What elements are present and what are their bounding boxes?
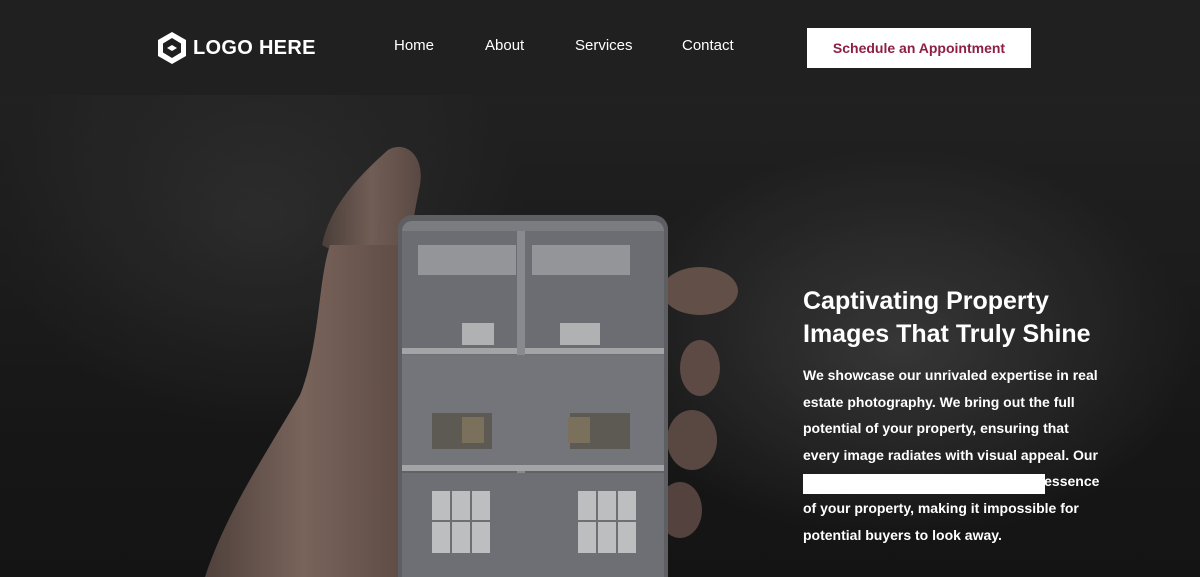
hero-text: Captivating Property Images That Truly S… [803, 285, 1123, 548]
nav-contact[interactable]: Contact [682, 37, 734, 54]
site-header: LOGO HERE Home About Services Contact Sc… [0, 0, 1200, 95]
nav-services[interactable]: Services [575, 37, 633, 54]
hero-button[interactable] [803, 474, 1045, 494]
schedule-appointment-button[interactable]: Schedule an Appointment [807, 28, 1031, 68]
hero-description: We showcase our unrivaled expertise in r… [803, 367, 1100, 543]
logo-text: LOGO HERE [193, 36, 316, 59]
hero-section: Captivating Property Images That Truly S… [0, 95, 1200, 577]
hero-title: Captivating Property Images That Truly S… [803, 287, 1091, 348]
nav-about[interactable]: About [485, 37, 524, 54]
logo[interactable]: LOGO HERE [155, 31, 316, 65]
logo-icon [158, 32, 186, 64]
nav-home[interactable]: Home [394, 37, 434, 54]
